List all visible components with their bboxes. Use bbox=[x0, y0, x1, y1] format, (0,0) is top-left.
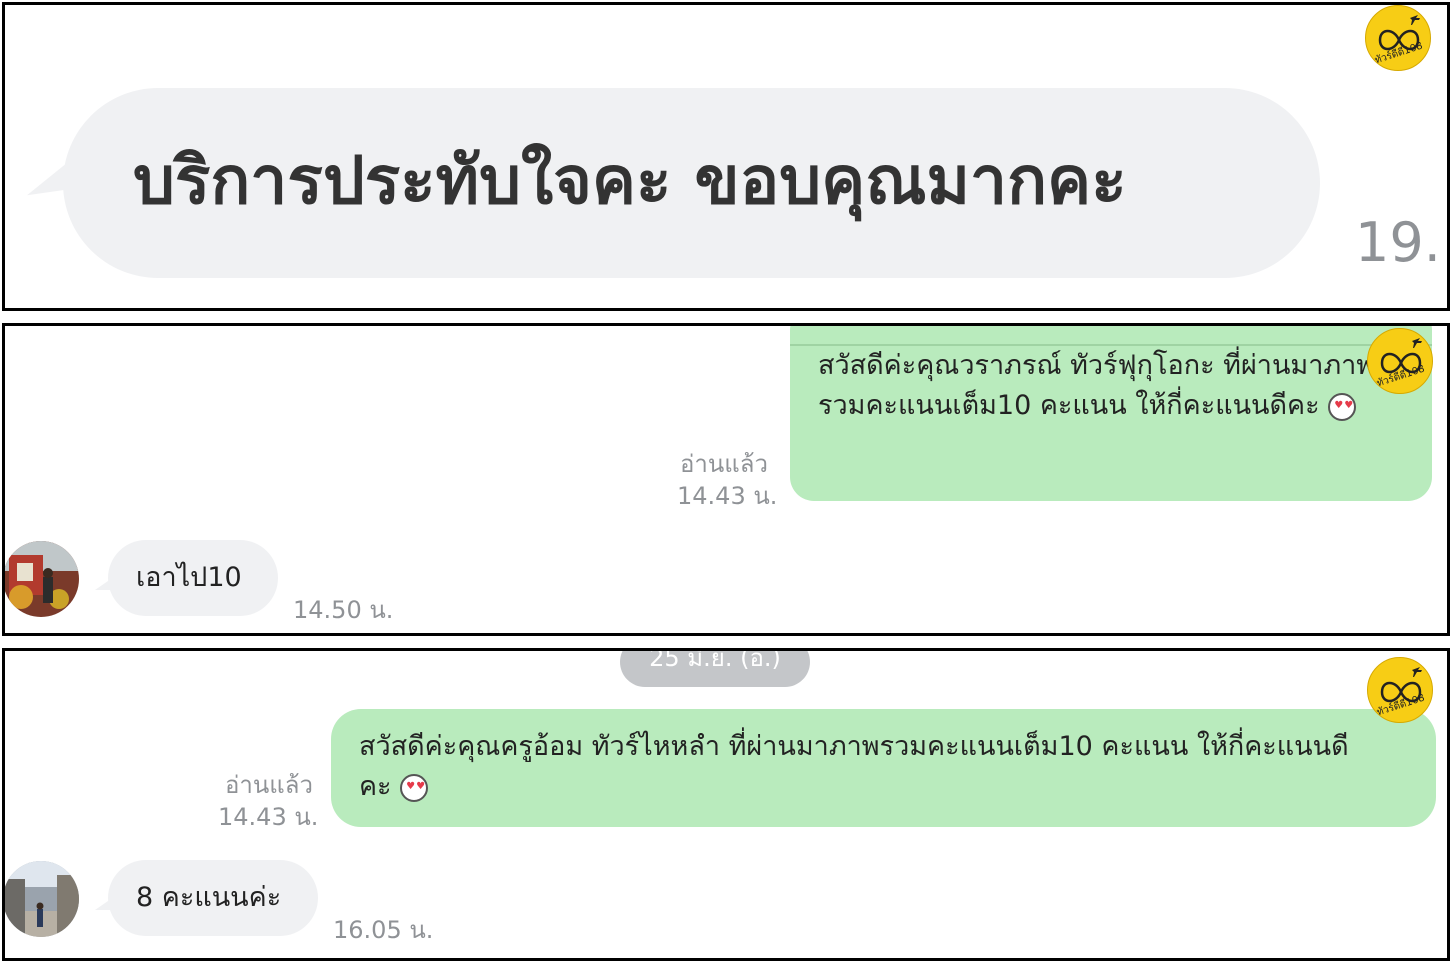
date-separator-text: 25 มิ.ย. (อ.) bbox=[649, 648, 781, 672]
heart-eyes-emoji-icon: ♥ ♥ bbox=[400, 773, 429, 802]
outgoing-message-bubble[interactable]: สวัสดีค่ะคุณวราภรณ์ ทัวร์ฟุกุโอกะ ที่ผ่า… bbox=[790, 326, 1432, 501]
message-timestamp: 19. bbox=[1355, 211, 1441, 274]
avatar-photo-icon bbox=[5, 541, 79, 617]
brand-logo: ทัวร์ดีดี108 bbox=[1367, 328, 1433, 394]
outgoing-message-text: สวัสดีค่ะคุณครูอ้อม ทัวร์ไหหลำ ที่ผ่านมา… bbox=[359, 731, 1349, 802]
incoming-message-bubble[interactable]: เอาไป10 bbox=[108, 540, 278, 616]
contact-avatar[interactable] bbox=[5, 541, 79, 617]
chat-panel-3: 25 มิ.ย. (อ.) สวัสดีค่ะคุณครูอ้อม ทัวร์ไ… bbox=[2, 648, 1450, 961]
message-timestamp: 16.05 น. bbox=[333, 916, 434, 944]
read-receipt-time: 14.43 น. bbox=[677, 482, 778, 510]
read-receipt-time: 14.43 น. bbox=[218, 803, 319, 831]
message-timestamp: 14.50 น. bbox=[293, 596, 394, 624]
outgoing-message-text: สวัสดีค่ะคุณวราภรณ์ ทัวร์ฟุกุโอกะ ที่ผ่า… bbox=[818, 350, 1375, 421]
contact-avatar[interactable] bbox=[5, 861, 79, 937]
incoming-message-text: 8 คะแนนค่ะ bbox=[136, 882, 282, 913]
incoming-message-bubble[interactable]: บริการประทับใจคะ ขอบคุณมากคะ bbox=[63, 88, 1320, 278]
chat-panel-2: สวัสดีค่ะคุณวราภรณ์ ทัวร์ฟุกุโอกะ ที่ผ่า… bbox=[2, 323, 1450, 636]
brand-logo: ทัวร์ดีดี108 bbox=[1367, 657, 1433, 723]
avatar-photo-icon bbox=[5, 861, 79, 937]
incoming-message-text: บริการประทับใจคะ ขอบคุณมากคะ bbox=[133, 142, 1127, 219]
outgoing-message-bubble[interactable]: สวัสดีค่ะคุณครูอ้อม ทัวร์ไหหลำ ที่ผ่านมา… bbox=[331, 709, 1436, 827]
incoming-message-bubble[interactable]: 8 คะแนนค่ะ bbox=[108, 860, 318, 936]
chat-panel-1: บริการประทับใจคะ ขอบคุณมากคะ 19. ทัวร์ดี… bbox=[2, 2, 1450, 311]
heart-eyes-emoji-icon: ♥ ♥ bbox=[1328, 392, 1357, 421]
date-separator-pill: 25 มิ.ย. (อ.) bbox=[620, 648, 810, 687]
incoming-message-text: เอาไป10 bbox=[136, 562, 242, 593]
brand-logo: ทัวร์ดีดี108 bbox=[1365, 5, 1431, 71]
